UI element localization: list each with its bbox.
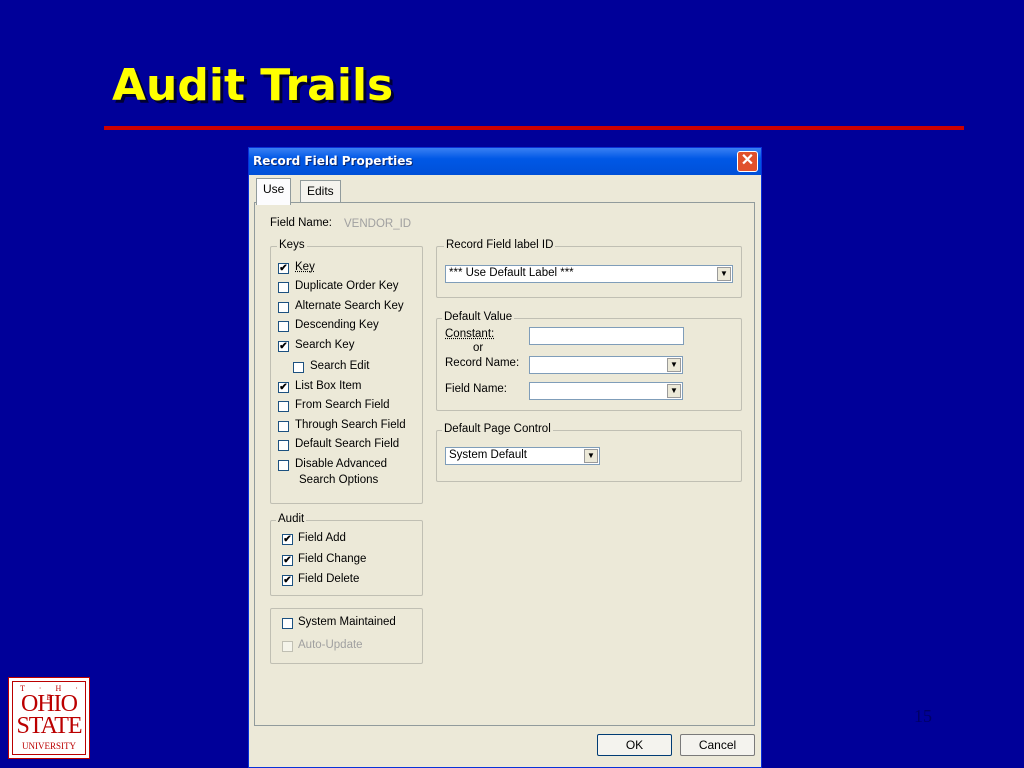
default-search-field-label: Default Search Field bbox=[295, 438, 400, 450]
record-name-label: Record Name: bbox=[445, 357, 520, 369]
record-field-label-value: *** Use Default Label *** bbox=[449, 267, 574, 279]
dialog-title: Record Field Properties bbox=[253, 154, 413, 168]
system-maintained-label: System Maintained bbox=[298, 616, 396, 628]
alternate-search-key-checkbox[interactable] bbox=[278, 302, 289, 313]
chevron-down-icon[interactable]: ▼ bbox=[584, 449, 598, 463]
duplicate-order-key-label: Duplicate Order Key bbox=[295, 280, 399, 292]
field-change-label: Field Change bbox=[298, 553, 367, 565]
default-page-control-dropdown[interactable]: System Default ▼ bbox=[445, 447, 600, 465]
field-add-checkbox[interactable]: ✔ bbox=[282, 534, 293, 545]
chevron-down-icon[interactable]: ▼ bbox=[667, 358, 681, 372]
or-label: or bbox=[473, 342, 484, 354]
logo-state: STATE bbox=[16, 713, 82, 739]
tab-edits[interactable]: Edits bbox=[300, 180, 341, 202]
close-icon[interactable]: ✕ bbox=[737, 151, 758, 172]
auto-update-label: Auto-Update bbox=[298, 639, 363, 651]
field-name-default-label: Field Name: bbox=[445, 383, 507, 395]
slide-title: Audit Trails bbox=[112, 60, 394, 111]
ohio-state-logo: T · H · E OHIO STATE UNIVERSITY bbox=[8, 677, 90, 759]
chevron-down-icon[interactable]: ▼ bbox=[717, 267, 731, 281]
dialog-titlebar[interactable]: Record Field Properties ✕ bbox=[249, 148, 761, 175]
field-name-dropdown[interactable]: ▼ bbox=[529, 382, 683, 400]
ok-button[interactable]: OK bbox=[597, 734, 672, 756]
disable-advanced-label-line2: Search Options bbox=[299, 474, 379, 486]
default-page-control-title: Default Page Control bbox=[442, 423, 553, 435]
constant-label: Constant: bbox=[445, 328, 495, 340]
key-label: Key bbox=[295, 261, 315, 273]
search-key-label: Search Key bbox=[295, 339, 355, 351]
disable-advanced-checkbox[interactable] bbox=[278, 460, 289, 471]
logo-university: UNIVERSITY bbox=[22, 741, 76, 751]
default-value-title: Default Value bbox=[442, 311, 515, 323]
from-search-field-label: From Search Field bbox=[295, 399, 390, 411]
field-change-checkbox[interactable]: ✔ bbox=[282, 555, 293, 566]
descending-key-checkbox[interactable] bbox=[278, 321, 289, 332]
through-search-field-label: Through Search Field bbox=[295, 419, 406, 431]
field-name-label: Field Name: bbox=[270, 217, 332, 229]
disable-advanced-label: Disable Advanced bbox=[295, 458, 388, 470]
key-checkbox[interactable]: ✔ bbox=[278, 263, 289, 274]
record-field-label-title: Record Field label ID bbox=[444, 239, 556, 251]
list-box-item-label: List Box Item bbox=[295, 380, 362, 392]
descending-key-label: Descending Key bbox=[295, 319, 379, 331]
field-add-label: Field Add bbox=[298, 532, 346, 544]
from-search-field-checkbox[interactable] bbox=[278, 401, 289, 412]
search-key-checkbox[interactable]: ✔ bbox=[278, 341, 289, 352]
through-search-field-checkbox[interactable] bbox=[278, 421, 289, 432]
list-box-item-checkbox[interactable]: ✔ bbox=[278, 382, 289, 393]
record-field-label-dropdown[interactable]: *** Use Default Label *** ▼ bbox=[445, 265, 733, 283]
default-search-field-checkbox[interactable] bbox=[278, 440, 289, 451]
auto-update-checkbox bbox=[282, 641, 293, 652]
title-divider bbox=[104, 126, 964, 130]
system-maintained-checkbox[interactable] bbox=[282, 618, 293, 629]
tab-use[interactable]: Use bbox=[256, 178, 292, 205]
alternate-search-key-label: Alternate Search Key bbox=[295, 300, 404, 312]
record-name-dropdown[interactable]: ▼ bbox=[529, 356, 683, 374]
keys-group-title: Keys bbox=[277, 239, 307, 251]
page-number: 15 bbox=[914, 706, 932, 726]
default-page-control-value: System Default bbox=[449, 449, 527, 461]
search-edit-label: Search Edit bbox=[310, 360, 370, 372]
search-edit-checkbox[interactable] bbox=[293, 362, 304, 373]
cancel-button[interactable]: Cancel bbox=[680, 734, 755, 756]
constant-input[interactable] bbox=[529, 327, 684, 345]
field-delete-label: Field Delete bbox=[298, 573, 360, 585]
chevron-down-icon[interactable]: ▼ bbox=[667, 384, 681, 398]
field-delete-checkbox[interactable]: ✔ bbox=[282, 575, 293, 586]
audit-group-title: Audit bbox=[276, 513, 307, 525]
field-name-value: VENDOR_ID bbox=[344, 218, 412, 230]
duplicate-order-key-checkbox[interactable] bbox=[278, 282, 289, 293]
